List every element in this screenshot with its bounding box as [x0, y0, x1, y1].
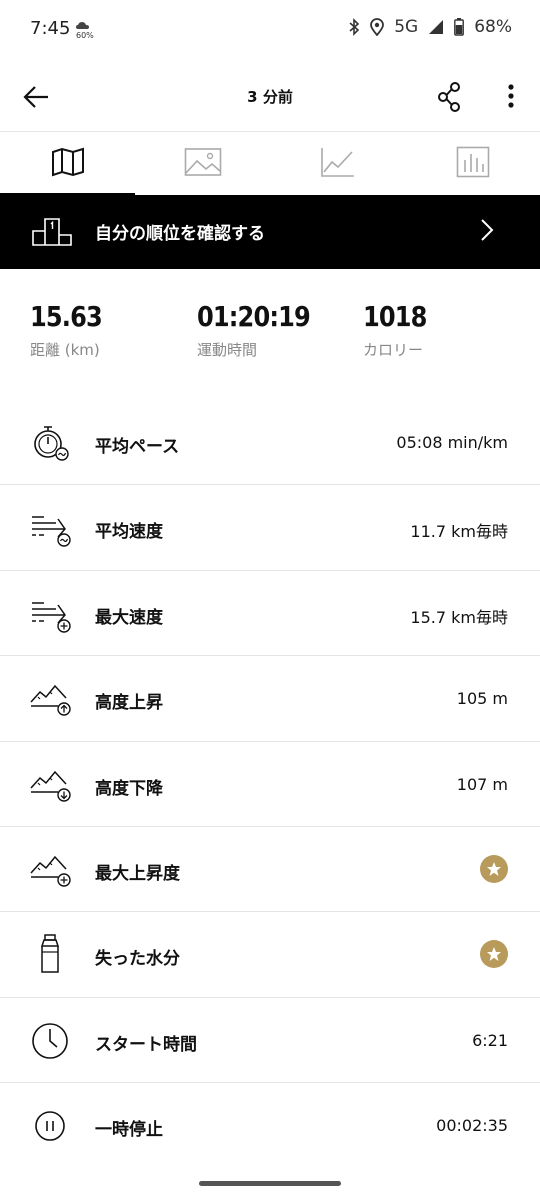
- summary-stats: 15.63 距離 (km) 01:20:19 運動時間 1018 カロリー: [0, 300, 540, 390]
- list-item-start-time: スタート時間 6:21: [0, 998, 540, 1084]
- app-bar: 3 分前: [0, 62, 540, 132]
- status-time: 7:45: [30, 18, 71, 39]
- leaderboard-banner[interactable]: 自分の順位を確認する: [0, 195, 540, 269]
- list-item-water-loss: 失った水分: [0, 912, 540, 998]
- row-value: 107 m: [456, 774, 508, 794]
- stat-value: 01:20:19: [197, 300, 311, 333]
- premium-star-icon[interactable]: [480, 854, 508, 883]
- row-label: 平均速度: [95, 522, 163, 543]
- network-label: 5G: [394, 17, 419, 37]
- status-bar: 7:45 60% 5G 68%: [0, 0, 540, 60]
- speed-average-icon: [28, 507, 76, 549]
- elevation-gain-icon: [28, 678, 76, 720]
- tab-map[interactable]: [0, 132, 135, 196]
- battery-pct: 68%: [474, 17, 512, 37]
- more-vertical-icon[interactable]: [502, 82, 520, 112]
- row-label: 最大上昇度: [95, 863, 180, 884]
- stat-label: 距離 (km): [30, 341, 100, 359]
- photo-icon: [184, 147, 222, 181]
- stat-label: 運動時間: [197, 341, 258, 359]
- stat-label: カロリー: [363, 341, 424, 359]
- battery-icon: [454, 18, 465, 36]
- water-bottle-icon: [28, 934, 76, 976]
- signal-icon: [428, 19, 444, 35]
- tab-photos[interactable]: [135, 132, 270, 196]
- tab-graph[interactable]: [270, 132, 405, 196]
- row-value: 6:21: [472, 1030, 508, 1050]
- stat-duration: 01:20:19 運動時間: [197, 300, 328, 360]
- list-item-max-speed: 最大速度 15.7 km毎時: [0, 571, 540, 657]
- tab-bar: [0, 132, 540, 196]
- stat-value: 1018: [363, 300, 427, 333]
- row-value: 105 m: [456, 689, 508, 709]
- detail-list: 平均ペース 05:08 min/km 平均速度 11.7 km毎時 最大速度 1…: [0, 400, 540, 1169]
- row-value: 15.7 km毎時: [410, 607, 508, 627]
- tab-stats[interactable]: [405, 132, 540, 196]
- row-label: 最大速度: [95, 607, 163, 628]
- list-item-elevation-gain: 高度上昇 105 m: [0, 656, 540, 742]
- elevation-max-icon: [28, 849, 76, 891]
- gesture-home-bar[interactable]: [199, 1181, 341, 1186]
- map-icon: [51, 147, 85, 181]
- stat-calories: 1018 カロリー: [363, 300, 437, 360]
- row-value: 11.7 km毎時: [410, 522, 508, 542]
- bar-chart-icon: [456, 146, 490, 182]
- list-item-avg-pace: 平均ペース 05:08 min/km: [0, 400, 540, 486]
- premium-star-icon[interactable]: [480, 940, 508, 969]
- row-label: 失った水分: [95, 949, 180, 970]
- row-label: 高度下降: [95, 778, 163, 799]
- list-item-max-elevation: 最大上昇度: [0, 827, 540, 913]
- weather-pct: 60%: [76, 31, 94, 40]
- location-icon: [370, 18, 385, 36]
- weather-icon: 60%: [75, 17, 97, 43]
- bluetooth-icon: [348, 18, 360, 36]
- pause-icon: [28, 1105, 76, 1147]
- list-item-avg-speed: 平均速度 11.7 km毎時: [0, 485, 540, 571]
- row-label: スタート時間: [95, 1034, 197, 1055]
- row-label: 一時停止: [95, 1120, 163, 1141]
- stat-distance: 15.63 距離 (km): [30, 300, 114, 360]
- row-label: 高度上昇: [95, 693, 163, 714]
- share-icon[interactable]: [436, 82, 462, 112]
- stat-value: 15.63: [30, 300, 103, 333]
- speed-max-icon: [28, 593, 76, 635]
- chevron-right-icon: [478, 217, 496, 243]
- elevation-loss-icon: [28, 764, 76, 806]
- clock-icon: [28, 1020, 76, 1062]
- row-value: 00:02:35: [436, 1116, 508, 1136]
- list-item-elevation-loss: 高度下降 107 m: [0, 742, 540, 827]
- banner-label: 自分の順位を確認する: [95, 224, 265, 244]
- stopwatch-pace-icon: [28, 422, 76, 464]
- row-label: 平均ペース: [95, 437, 180, 457]
- row-value: 05:08 min/km: [396, 433, 508, 452]
- line-chart-icon: [320, 146, 356, 182]
- podium-icon: [32, 215, 72, 247]
- list-item-paused: 一時停止 00:02:35: [0, 1083, 540, 1168]
